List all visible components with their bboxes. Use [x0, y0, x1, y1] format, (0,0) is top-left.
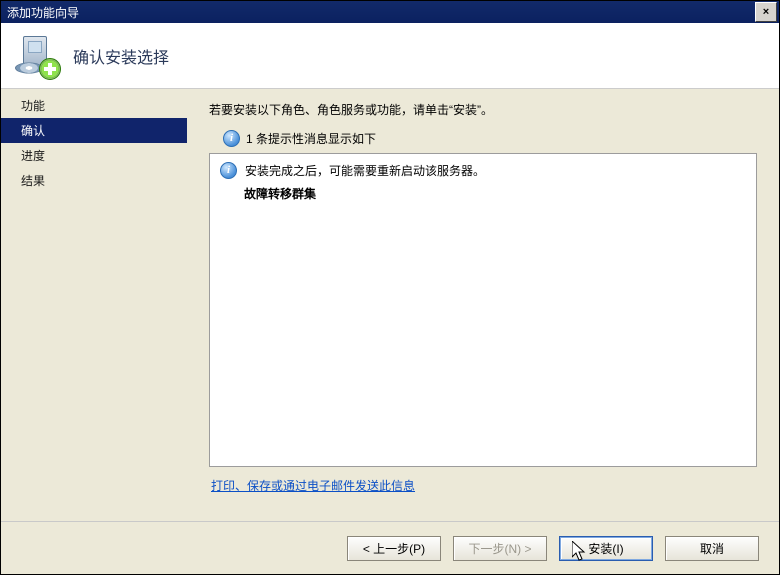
wizard-main: 若要安装以下角色、角色服务或功能，请单击“安装”。 i 1 条提示性消息显示如下…	[187, 89, 779, 521]
details-feature-line: 故障转移群集	[244, 185, 746, 202]
sidebar-item-confirm[interactable]: 确认	[1, 118, 187, 143]
info-icon: i	[220, 162, 237, 179]
sidebar-item-features[interactable]: 功能	[1, 93, 187, 118]
details-info-text: 安装完成之后，可能需要重新启动该服务器。	[245, 162, 485, 179]
page-title: 确认安装选择	[73, 44, 169, 68]
wizard-header-icon	[15, 34, 59, 78]
wizard-header: 确认安装选择	[1, 23, 779, 89]
window-title: 添加功能向导	[7, 4, 79, 21]
details-box: i 安装完成之后，可能需要重新启动该服务器。 故障转移群集	[209, 153, 757, 467]
close-icon: ×	[763, 7, 769, 18]
wizard-footer: < 上一步(P) 下一步(N) > 安装(I) 取消	[1, 521, 779, 574]
print-save-email-link[interactable]: 打印、保存或通过电子邮件发送此信息	[211, 479, 415, 493]
close-button[interactable]: ×	[755, 2, 777, 22]
install-button[interactable]: 安装(I)	[559, 536, 653, 561]
sidebar-item-progress[interactable]: 进度	[1, 143, 187, 168]
wizard-window: 添加功能向导 × 确认安装选择 功能 确认 进度 结果 若要安装以下角色、角色服…	[0, 0, 780, 575]
sub-instruction: i 1 条提示性消息显示如下	[223, 130, 757, 147]
titlebar: 添加功能向导 ×	[1, 1, 779, 23]
next-button: 下一步(N) >	[453, 536, 547, 561]
info-icon: i	[223, 130, 240, 147]
back-button[interactable]: < 上一步(P)	[347, 536, 441, 561]
sub-instruction-text: 1 条提示性消息显示如下	[246, 130, 376, 147]
link-row: 打印、保存或通过电子邮件发送此信息	[211, 477, 757, 494]
instruction-text: 若要安装以下角色、角色服务或功能，请单击“安装”。	[209, 101, 757, 118]
wizard-steps-sidebar: 功能 确认 进度 结果	[1, 89, 187, 521]
plus-icon	[39, 58, 61, 80]
cancel-button[interactable]: 取消	[665, 536, 759, 561]
wizard-body: 功能 确认 进度 结果 若要安装以下角色、角色服务或功能，请单击“安装”。 i …	[1, 89, 779, 521]
sidebar-item-results[interactable]: 结果	[1, 168, 187, 193]
details-info-line: i 安装完成之后，可能需要重新启动该服务器。	[220, 162, 746, 179]
